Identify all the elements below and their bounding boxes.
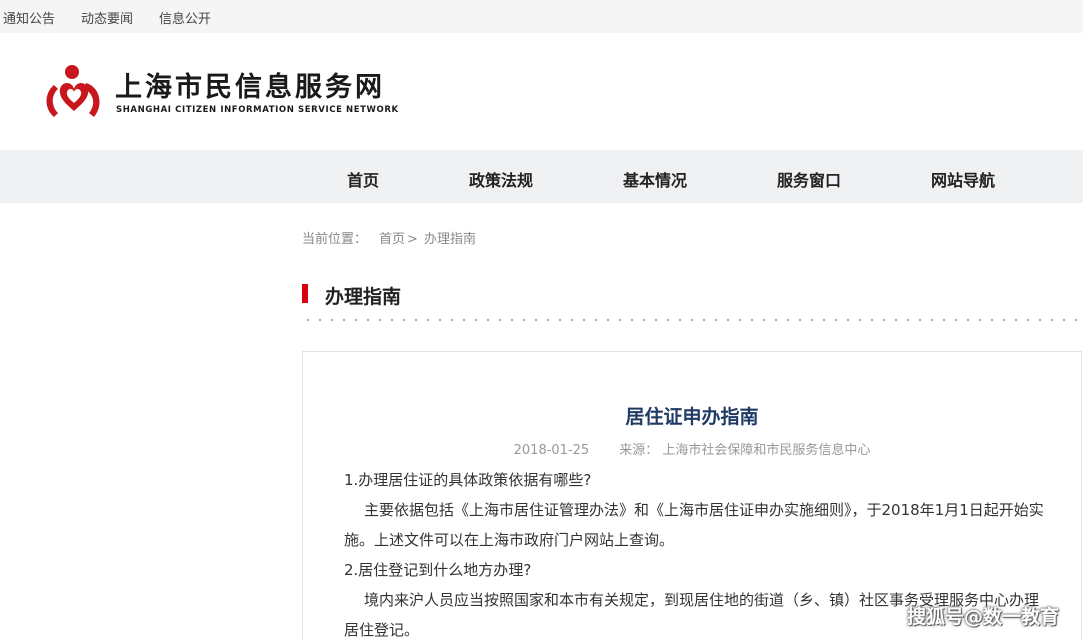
article-date: 2018-01-25 bbox=[513, 443, 590, 458]
article-title: 居住证申办指南 bbox=[625, 406, 759, 428]
site-logo[interactable]: 上海市民信息服务网 SHANGHAI CITIZEN INFORMATION S… bbox=[42, 63, 402, 125]
nav-item-policy[interactable]: 政策法规 bbox=[469, 167, 533, 191]
article-meta: 2018-01-25 来源： 上海市社会保障和市民服务信息中心 bbox=[303, 439, 1081, 458]
article-question-1: 1.办理居住证的具体政策依据有哪些? bbox=[344, 471, 592, 489]
site-header: 上海市民信息服务网 SHANGHAI CITIZEN INFORMATION S… bbox=[0, 33, 1083, 150]
article-question-2: 2.居住登记到什么地方办理? bbox=[344, 561, 532, 579]
article-panel: 居住证申办指南 2018-01-25 来源： 上海市社会保障和市民服务信息中心 1… bbox=[302, 351, 1082, 640]
breadcrumb-home-link[interactable]: 首页 bbox=[379, 232, 405, 247]
logo-title-cn: 上海市民信息服务网 bbox=[115, 72, 385, 103]
breadcrumb-separator: > bbox=[407, 232, 418, 247]
top-links: 通知公告 动态要闻 信息公开 bbox=[3, 8, 211, 27]
logo-title-en: SHANGHAI CITIZEN INFORMATION SERVICE NET… bbox=[116, 105, 399, 115]
dotted-divider bbox=[302, 318, 1078, 322]
article-source: 上海市社会保障和市民服务信息中心 bbox=[662, 443, 871, 458]
top-link-disclosure[interactable]: 信息公开 bbox=[159, 8, 211, 27]
watermark: 搜狐号@数一教育 bbox=[906, 606, 1059, 628]
nav-item-service-window[interactable]: 服务窗口 bbox=[777, 167, 841, 191]
top-link-notices[interactable]: 通知公告 bbox=[3, 8, 55, 27]
nav-item-site-map[interactable]: 网站导航 bbox=[931, 167, 995, 191]
nav-item-basic-info[interactable]: 基本情况 bbox=[623, 167, 687, 191]
top-bar: 通知公告 动态要闻 信息公开 bbox=[0, 0, 1083, 33]
main-nav: 首页 政策法规 基本情况 服务窗口 网站导航 bbox=[0, 150, 1083, 203]
breadcrumb-prefix: 当前位置： bbox=[302, 232, 368, 247]
breadcrumb-current[interactable]: 办理指南 bbox=[424, 232, 476, 247]
article-answer-1: 主要依据包括《上海市居住证管理办法》和《上海市居住证申办实施细则》，于2018年… bbox=[344, 501, 1044, 549]
nav-item-home[interactable]: 首页 bbox=[347, 167, 379, 191]
breadcrumb: 当前位置： 首页 > 办理指南 bbox=[302, 228, 476, 247]
heart-people-logo-icon bbox=[46, 65, 100, 117]
top-link-news[interactable]: 动态要闻 bbox=[81, 8, 133, 27]
section-title: 办理指南 bbox=[325, 286, 402, 308]
article-source-label: 来源： bbox=[619, 443, 659, 458]
section-accent-bar bbox=[302, 284, 308, 303]
